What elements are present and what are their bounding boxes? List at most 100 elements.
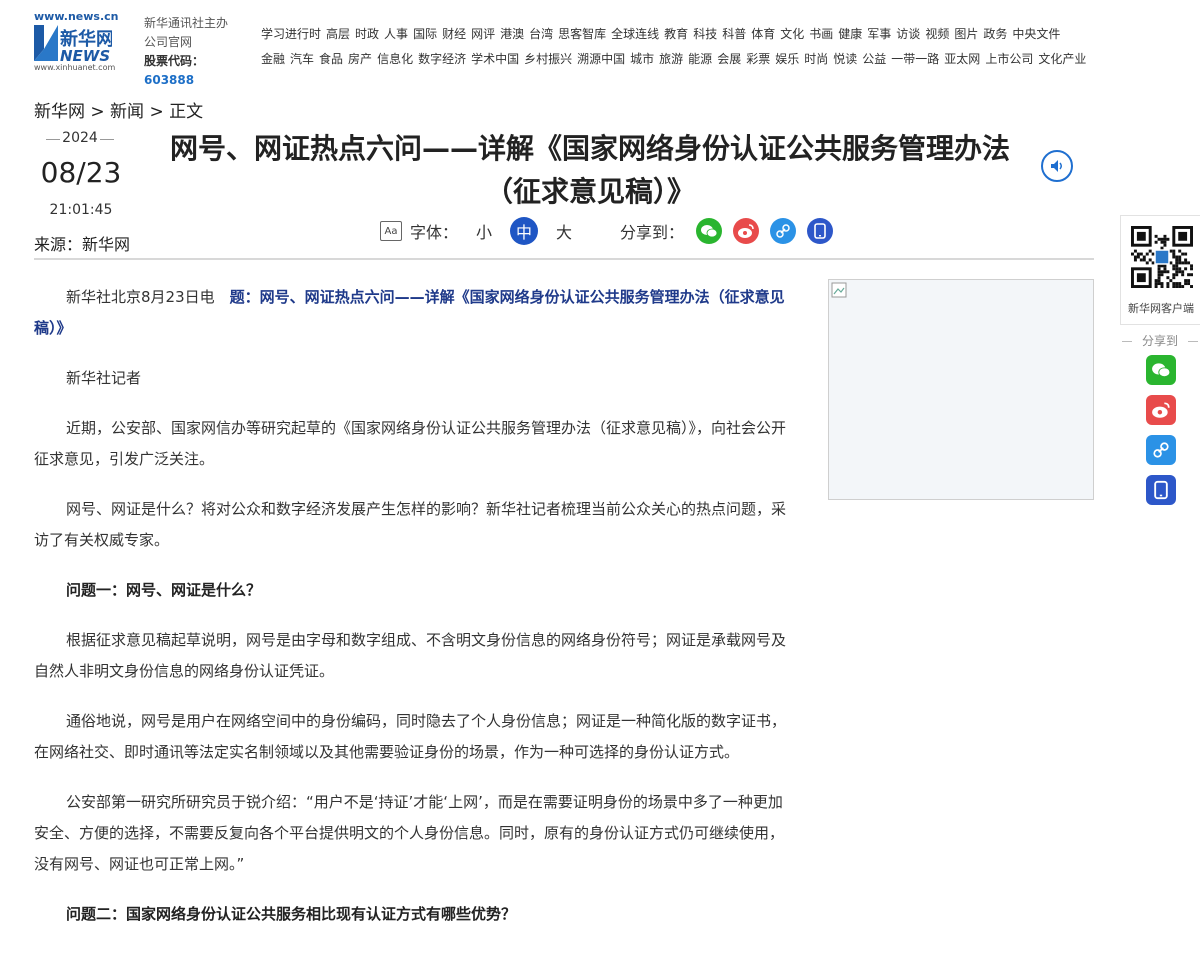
nav-link[interactable]: 文化 [780,27,804,41]
nav-link[interactable]: 视频 [925,27,949,41]
nav-link[interactable]: 悦读 [833,52,857,66]
font-size-label: 字体： [410,223,459,242]
app-qr-panel[interactable]: 新华网客户端 [1120,215,1200,325]
nav-link[interactable]: 科普 [722,27,746,41]
nav-link[interactable]: 食品 [319,52,343,66]
article-dateline: 新华社北京8月23日电 题：网号、网证热点六问——详解《国家网络身份认证公共服务… [34,288,785,337]
nav-link[interactable]: 学术中国 [471,52,519,66]
nav-link[interactable]: 时政 [355,27,379,41]
nav-link[interactable]: 城市 [630,52,654,66]
nav-link[interactable]: 能源 [688,52,712,66]
site-logo[interactable]: www.news.cn 新华网 NEWS www.xinhuanet.com [32,10,119,72]
nav-link[interactable]: 公益 [862,52,886,66]
font-size-large-button[interactable]: 大 [550,217,578,245]
nav-link[interactable]: 台湾 [529,27,553,41]
logo-url-secondary: www.xinhuanet.com [34,63,116,72]
nav-link[interactable]: 汽车 [290,52,314,66]
logo-en-text: NEWS [60,47,110,63]
title-line-2: （征求意见稿）》 [484,175,695,208]
nav-link[interactable]: 娱乐 [775,52,799,66]
article-body: 新华社北京8月23日电 题：网号、网证热点六问——详解《国家网络身份认证公共服务… [34,282,796,949]
speaker-icon [1051,160,1062,172]
nav-link[interactable]: 信息化 [377,52,413,66]
nav-link[interactable]: 访谈 [896,27,920,41]
nav-link[interactable]: 房产 [348,52,372,66]
breadcrumb[interactable]: 新华网 > 新闻 > 正文 [34,97,203,122]
rail-weibo-icon[interactable] [1146,395,1176,425]
article-paragraph: 通俗地说，网号是用户在网络空间中的身份编码，同时隐去了个人身份信息；网证是一种简… [34,712,787,761]
nav-link[interactable]: 旅游 [659,52,683,66]
nav-link[interactable]: 彩票 [746,52,770,66]
share-label: 分享到： [620,223,685,242]
publish-month-day: 08/23 [40,156,122,189]
rail-share-label: 分享到 [1120,332,1200,349]
sponsor-line1: 新华通讯社主办 [144,16,229,30]
share-wechat-icon[interactable] [696,218,723,244]
font-size-medium-button[interactable]: 中 [510,217,539,245]
nav-link[interactable]: 军事 [867,27,891,41]
sponsor-line2[interactable]: 公司官网 [144,33,244,52]
read-aloud-button[interactable] [1041,150,1073,182]
article-source: 来源：新华网 [34,235,131,254]
nav-link[interactable]: 科技 [693,27,717,41]
nav-link[interactable]: 健康 [838,27,862,41]
nav-link[interactable]: 时尚 [804,52,828,66]
article-toolbar: Aa 字体： 小 中 大 分享到： [380,215,834,247]
nav-link[interactable]: 体育 [751,27,775,41]
font-size-icon: Aa [380,221,402,241]
nav-link[interactable]: 金融 [261,52,285,66]
share-weibo-icon[interactable] [733,218,760,244]
sponsor-info: 新华通讯社主办 公司官网 股票代码：603888 [144,14,244,90]
nav-link[interactable]: 数字经济 [418,52,466,66]
xinhua-logo-icon: 新华网 NEWS [34,25,112,63]
article-paragraph: 网号、网证是什么？将对公众和数字经济发展产生怎样的影响？新华社记者梳理当前公众关… [34,500,787,549]
article-question-heading: 问题一：网号、网证是什么？ [66,581,262,599]
nav-link[interactable]: 文化产业 [1038,52,1086,66]
nav-link[interactable]: 教育 [664,27,688,41]
logo-url: www.news.cn [34,10,119,23]
nav-link[interactable]: 国际 [413,27,437,41]
publish-time: 21:01:45 [49,202,113,218]
share-link-icon[interactable] [770,218,797,244]
share-mobile-icon[interactable] [807,218,834,244]
nav-row-1: 学习进行时 高层 时政 人事 国际 财经 网评 港澳 台湾 思客智库 全球连线 教育 科技 科普 体育 文化书… [261,22,1200,47]
rail-wechat-icon[interactable] [1146,355,1176,385]
nav-link[interactable]: 政务 [983,27,1007,41]
nav-link[interactable]: 一带一路 [891,52,939,66]
publish-year: 2024 [34,130,126,146]
article-question-heading: 问题二：国家网络身份认证公共服务相比现有认证方式有哪些优势？ [66,905,517,923]
nav-link[interactable]: 中央文件 [1012,27,1060,41]
title-divider [34,258,1094,260]
nav-link[interactable]: 高层 [326,27,350,41]
nav-link[interactable]: 财经 [442,27,466,41]
stock-code: 股票代码：603888 [144,54,205,87]
article-paragraph: 公安部第一研究所研究员于锐介绍：“用户不是‘持证’才能‘上网’，而是在需要证明身… [34,793,785,873]
side-advert-image[interactable] [828,279,1094,500]
nav-link[interactable]: 人事 [384,27,408,41]
nav-link[interactable]: 书画 [809,27,833,41]
rail-mobile-icon[interactable] [1146,475,1176,505]
nav-link[interactable]: 学习进行时 [261,27,321,41]
nav-link[interactable]: 网评 [471,27,495,41]
article-paragraph: 新华社记者 [66,369,142,387]
nav-link[interactable]: 思客智库 [558,27,606,41]
font-size-small-button[interactable]: 小 [470,217,498,245]
nav-link[interactable]: 全球连线 [611,27,659,41]
client-app-label: 新华网客户端 [1128,302,1194,315]
nav-row-2: 金融 汽车 食品 房产 信息化 数字经济 学术中国 乡村振兴 溯源中国 城市 旅游 能源 会展 彩票 娱乐时… [261,47,1200,72]
title-line-1: 网号、网证热点六问——详解《国家网络身份认证公共服务管理办法 [169,132,1010,165]
nav-link[interactable]: 会展 [717,52,741,66]
nav-link[interactable]: 乡村振兴 [524,52,572,66]
nav-link[interactable]: 上市公司 [985,52,1033,66]
article-paragraph: 根据征求意见稿起草说明，网号是由字母和数字组成、不含明文身份信息的网络身份符号；… [34,631,787,680]
nav-link[interactable]: 港澳 [500,27,524,41]
article-title: 网号、网证热点六问——详解《国家网络身份认证公共服务管理办法 （征求意见稿）》 [150,127,1030,213]
top-navigation: 学习进行时 高层 时政 人事 国际 财经 网评 港澳 台湾 思客智库 全球连线 教育 科技 科普 体育 文化书… [261,22,1200,72]
article-paragraph: 近期，公安部、国家网信办等研究起草的《国家网络身份认证公共服务管理办法（征求意见… [34,419,787,468]
nav-link[interactable]: 图片 [954,27,978,41]
rail-link-icon[interactable] [1146,435,1176,465]
nav-link[interactable]: 亚太网 [944,52,980,66]
nav-link[interactable]: 溯源中国 [577,52,625,66]
broken-image-icon [831,282,847,298]
site-header: www.news.cn 新华网 NEWS www.xinhuanet.com 新… [0,0,1200,87]
